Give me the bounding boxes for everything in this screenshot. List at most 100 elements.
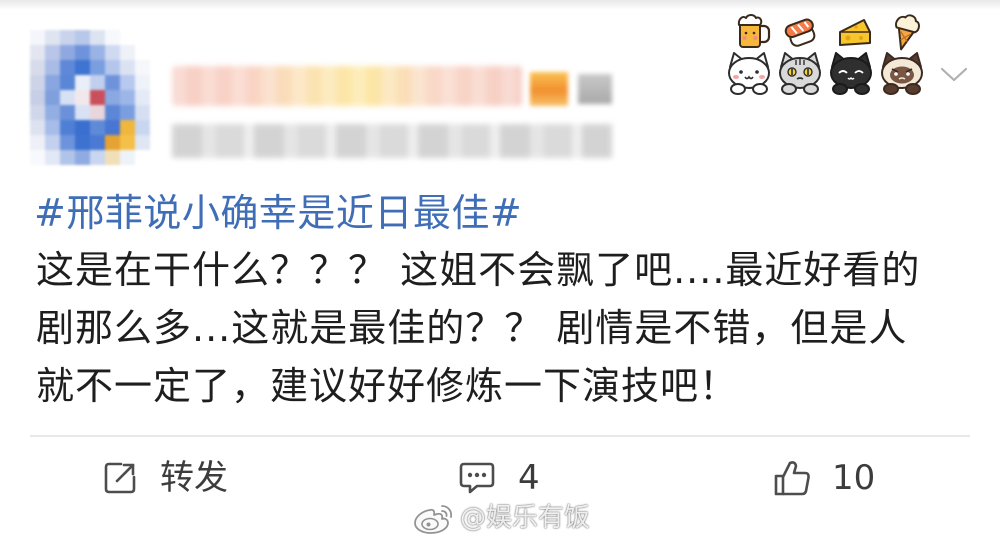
avatar-mosaic-cell: [45, 105, 60, 120]
username-blurred[interactable]: [172, 66, 522, 106]
avatar-mosaic-cell: [120, 60, 135, 75]
avatar-mosaic-cell: [45, 45, 60, 60]
avatar-mosaic-cell: [30, 120, 45, 135]
avatar-mosaic-cell: [30, 90, 45, 105]
avatar-mosaic-cell: [75, 135, 90, 150]
avatar-mosaic-cell: [30, 135, 45, 150]
avatar-mosaic-cell: [45, 90, 60, 105]
level-badge-blurred: [578, 74, 612, 104]
avatar-mosaic-cell: [120, 150, 135, 165]
avatar-mosaic-cell: [60, 135, 75, 150]
avatar-mosaic-cell: [105, 90, 120, 105]
share-icon: [104, 462, 136, 494]
card-decoration: [728, 14, 923, 95]
avatar-mosaic-cell: [105, 60, 120, 75]
gray-cat-icon: [779, 52, 821, 95]
avatar-mosaic-cell: [60, 90, 75, 105]
avatar-mosaic-cell: [45, 150, 60, 165]
avatar-mosaic-cell: [105, 75, 120, 90]
weibo-logo-icon: [414, 505, 453, 534]
timestamp-blurred: [172, 124, 612, 158]
avatar-mosaic-cell: [90, 150, 105, 165]
avatar-mosaic-cell: [135, 135, 150, 150]
member-badge-blurred: [530, 72, 568, 106]
avatar-mosaic-cell: [105, 120, 120, 135]
watermark: @娱乐有饭: [412, 500, 590, 536]
sushi-icon: [784, 18, 816, 47]
avatar-mosaic-cell: [45, 30, 60, 45]
avatar-mosaic-cell: [60, 120, 75, 135]
repost-label: 转发: [160, 458, 228, 498]
avatar-mosaic-cell: [75, 45, 90, 60]
chevron-down-icon[interactable]: [940, 66, 968, 84]
avatar-mosaic-cell: [75, 90, 90, 105]
beer-icon: [737, 14, 771, 48]
avatar-mosaic-cell: [90, 105, 105, 120]
avatar-mosaic-cell: [30, 105, 45, 120]
avatar-mosaic-cell: [135, 30, 150, 45]
avatar-mosaic-cell: [45, 135, 60, 150]
avatar-mosaic-cell: [75, 60, 90, 75]
action-bar-divider: [30, 435, 970, 437]
avatar-mosaic-cell: [120, 45, 135, 60]
white-cat-icon: [728, 52, 770, 95]
avatar-mosaic-cell: [135, 150, 150, 165]
avatar-mosaic-cell: [90, 90, 105, 105]
avatar-mosaic-cell: [30, 60, 45, 75]
post-text-line: 就不一定了，建议好好修炼一下演技吧！: [36, 364, 739, 408]
avatar-mosaic-cell: [120, 135, 135, 150]
avatar-mosaic-cell: [135, 90, 150, 105]
thumbs-up-icon: [774, 461, 810, 496]
avatar-mosaic-cell: [60, 75, 75, 90]
hashtag-link[interactable]: #邢菲说小确幸是近日最佳#: [34, 184, 522, 242]
avatar-mosaic-cell: [60, 30, 75, 45]
like-count: 10: [832, 458, 876, 498]
avatar-mosaic-cell: [75, 30, 90, 45]
avatar-mosaic-cell: [105, 150, 120, 165]
avatar-mosaic-cell: [120, 105, 135, 120]
avatar-mosaic-cell: [90, 45, 105, 60]
avatar-mosaic-cell: [120, 75, 135, 90]
siamese-cat-icon: [881, 52, 923, 95]
avatar[interactable]: [30, 30, 150, 165]
avatar-mosaic-cell: [60, 150, 75, 165]
ice-cream-icon: [895, 14, 920, 51]
avatar-mosaic-cell: [90, 75, 105, 90]
black-cat-icon: [830, 52, 872, 95]
avatar-mosaic-cell: [90, 120, 105, 135]
avatar-mosaic-cell: [60, 45, 75, 60]
avatar-mosaic-cell: [30, 150, 45, 165]
post-text: 这是在干什么？？？ 这姐不会飘了吧....最近好看的 剧那么多...这就是最佳的…: [36, 241, 920, 415]
avatar-mosaic-cell: [90, 30, 105, 45]
avatar-mosaic-cell: [60, 60, 75, 75]
comment-button[interactable]: 4: [458, 456, 540, 500]
repost-button[interactable]: 转发: [102, 456, 228, 500]
avatar-mosaic-cell: [45, 75, 60, 90]
avatar-mosaic-cell: [120, 30, 135, 45]
avatar-mosaic-cell: [120, 90, 135, 105]
avatar-mosaic-cell: [120, 120, 135, 135]
avatar-mosaic-cell: [75, 120, 90, 135]
cheese-icon: [839, 19, 871, 46]
avatar-mosaic-cell: [105, 135, 120, 150]
comment-icon: [459, 462, 495, 494]
avatar-mosaic-cell: [30, 30, 45, 45]
like-button[interactable]: 10: [772, 456, 875, 500]
watermark-text: @娱乐有饭: [460, 503, 591, 533]
avatar-mosaic-cell: [75, 75, 90, 90]
post-text-line: 这是在干什么？？？ 这姐不会飘了吧....最近好看的: [36, 248, 921, 292]
avatar-mosaic-cell: [45, 60, 60, 75]
avatar-mosaic-cell: [135, 60, 150, 75]
avatar-mosaic-cell: [30, 45, 45, 60]
avatar-mosaic-cell: [60, 105, 75, 120]
avatar-mosaic-cell: [105, 105, 120, 120]
avatar-mosaic-cell: [135, 75, 150, 90]
avatar-mosaic-cell: [105, 45, 120, 60]
avatar-mosaic-cell: [135, 120, 150, 135]
avatar-mosaic-cell: [30, 75, 45, 90]
avatar-mosaic-cell: [75, 150, 90, 165]
avatar-mosaic-cell: [135, 45, 150, 60]
avatar-mosaic-cell: [105, 30, 120, 45]
avatar-mosaic-cell: [90, 135, 105, 150]
post-text-line: 剧那么多...这就是最佳的？？ 剧情是不错，但是人: [36, 306, 908, 350]
